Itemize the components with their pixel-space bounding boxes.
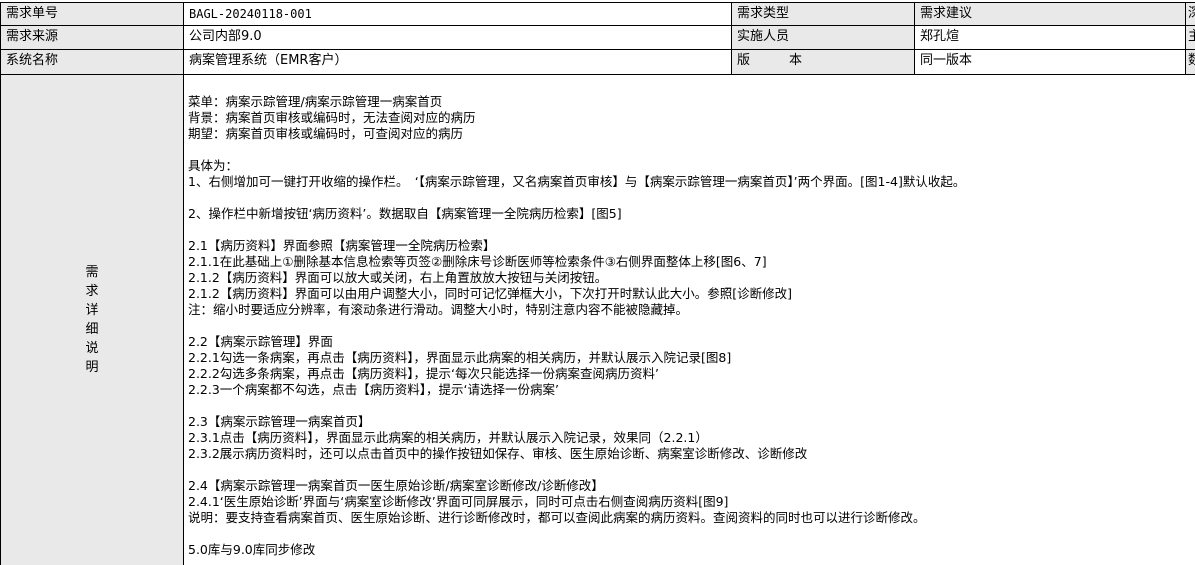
detail-line: 1、右侧增加可一键打开收缩的操作栏。 ‘【病案示踪管理，又名病案首页审核】与【病… (188, 174, 966, 189)
value-system-name[interactable]: 病案管理系统（EMR客户） (183, 49, 732, 75)
detail-line: 具体为： (188, 158, 239, 173)
label-request-source: 需求来源 (0, 25, 184, 50)
detail-line: 2.3.2展示病历资料时，还可以点击首页中的操作按钮如保存、审核、医生原始诊断、… (188, 446, 808, 461)
detail-line: 5.0库与9.0库同步修改 (188, 542, 316, 557)
detail-line: 说明：要支持查看病案首页、医生原始诊断、进行诊断修改时，都可以查阅此病案的病历资… (188, 510, 926, 525)
value-version[interactable]: 同一版本 (914, 49, 1186, 75)
requirement-sheet: 需求单号 BAGL-20240118-001 需求类型 需求建议 深 需求来源 … (0, 0, 1195, 565)
detail-line: 2.1.1在此基础上①删除基本信息检索等页签②删除床号诊断医师等检索条件③右侧界… (188, 254, 767, 269)
detail-line: 注：缩小时要适应分辨率，有滚动条进行滑动。调整大小时，特别注意内容不能被隐藏掉。 (188, 302, 689, 317)
detail-label-char: 明 (85, 360, 99, 375)
detail-line: 2.1【病历资料】界面参照【病案管理一全院病历检索】 (188, 238, 496, 253)
detail-label-char: 求 (85, 284, 99, 299)
detail-lines: 菜单：病案示踪管理/病案示踪管理一病案首页 背景：病案首页审核或编码时，无法查阅对… (184, 75, 1195, 558)
detail-label-char: 细 (85, 322, 99, 337)
label-request-type: 需求类型 (731, 2, 915, 26)
label-version: 版 本 (731, 49, 915, 75)
value-request-source[interactable]: 公司内部9.0 (183, 25, 732, 50)
detail-line: 菜单：病案示踪管理/病案示踪管理一病案首页 (188, 94, 443, 109)
edge-cell-row2: 主 (1185, 25, 1195, 50)
detail-line: 2.2.3一个病案都不勾选，点击【病历资料】，提示‘请选择一份病案’ (188, 382, 560, 397)
detail-label-text: 需求详细说明 (85, 263, 98, 377)
detail-line: 2、操作栏中新增按钮‘病历资料’。数据取自【病案管理一全院病历检索】[图5] (188, 206, 622, 221)
value-request-type[interactable]: 需求建议 (914, 2, 1186, 26)
edge-cell-row3: 数 (1185, 49, 1195, 75)
label-system-name: 系统名称 (0, 49, 184, 75)
detail-line (188, 190, 1195, 206)
detail-line: 2.1.2【病历资料】界面可以由用户调整大小，同时可记忆弹框大小，下次打开时默认… (188, 286, 793, 301)
detail-line (188, 142, 1195, 158)
detail-line: 2.4【病案示踪管理一病案首页一医生原始诊断/病案室诊断修改/诊断修改】 (188, 478, 604, 493)
detail-label-char: 需 (85, 265, 99, 280)
detail-line (188, 318, 1195, 334)
label-detail-description: 需求详细说明 (0, 74, 184, 565)
label-request-id: 需求单号 (0, 2, 184, 26)
value-request-id[interactable]: BAGL-20240118-001 (183, 2, 732, 26)
detail-description-cell[interactable]: 菜单：病案示踪管理/病案示踪管理一病案首页 背景：病案首页审核或编码时，无法查阅对… (184, 74, 1195, 565)
detail-line (188, 222, 1195, 238)
edge-cell-row1: 深 (1185, 2, 1195, 26)
detail-line: 2.3【病案示踪管理一病案首页】 (188, 414, 371, 429)
detail-line: 2.2【病案示踪管理】界面 (188, 334, 333, 349)
detail-line (188, 462, 1195, 478)
label-implementer: 实施人员 (731, 25, 915, 50)
detail-line: 期望：病案首页审核或编码时，可查阅对应的病历 (188, 126, 464, 141)
detail-label-char: 说 (85, 341, 99, 356)
detail-line: 背景：病案首页审核或编码时，无法查阅对应的病历 (188, 110, 476, 125)
detail-line (188, 398, 1195, 414)
detail-line: 2.1.2【病历资料】界面可以放大或关闭，右上角置放放大按钮与关闭按钮。 (188, 270, 608, 285)
detail-label-char: 详 (85, 303, 99, 318)
detail-line: 2.3.1点击【病历资料】，界面显示此病案的相关病历，并默认展示入院记录，效果同… (188, 430, 708, 445)
detail-line: 2.2.1勾选一条病案，再点击【病历资料】，界面显示此病案的相关病历，并默认展示… (188, 350, 732, 365)
detail-line (188, 526, 1195, 542)
detail-line: 2.4.1‘医生原始诊断’界面与‘病案室诊断修改’界面可同屏展示，同时可点击右侧… (188, 494, 729, 509)
value-implementer[interactable]: 郑孔煊 (914, 25, 1186, 50)
detail-line: 2.2.2勾选多条病案，再点击【病历资料】，提示‘每次只能选择一份病案查阅病历资… (188, 366, 660, 381)
